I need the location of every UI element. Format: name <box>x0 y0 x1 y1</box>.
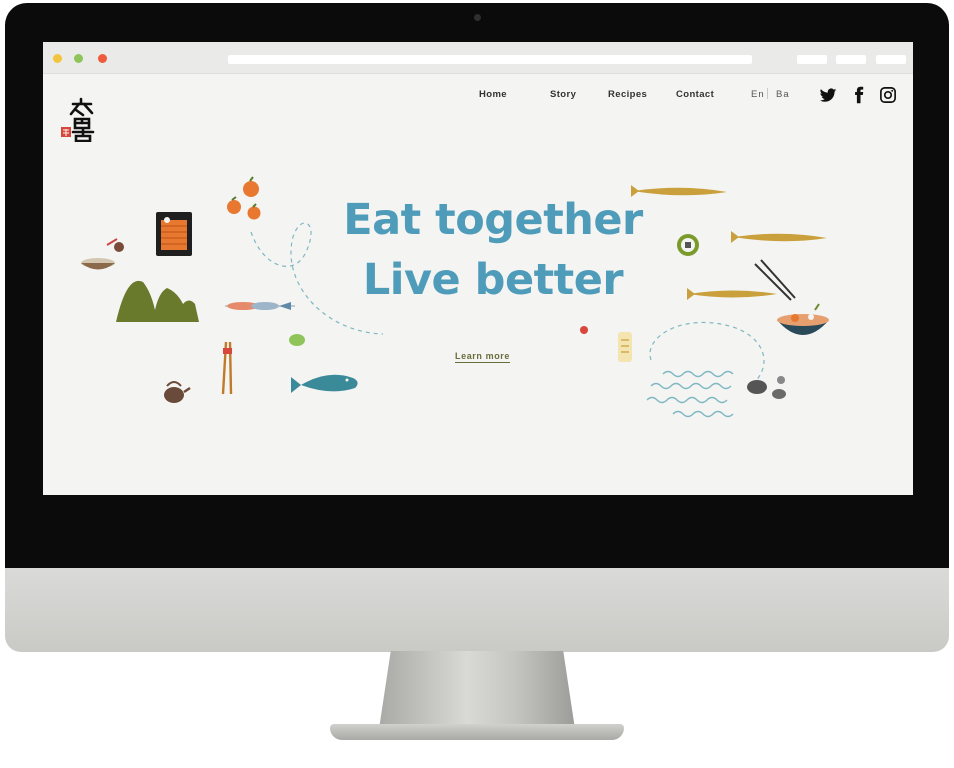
monitor-stand-base <box>330 724 624 740</box>
ramen-bowl-icon <box>777 303 829 335</box>
teal-fish-icon <box>291 374 358 393</box>
fish-packet-icon <box>156 212 192 256</box>
mountain-icon <box>116 280 199 322</box>
orange-icon <box>227 176 261 220</box>
rocks-icon <box>747 376 786 399</box>
dashed-path <box>649 321 765 383</box>
waves-icon <box>646 370 734 418</box>
scroll-icon <box>618 332 632 362</box>
learn-more-link[interactable]: Learn more <box>455 351 511 363</box>
hero-headline-line2: Live better <box>362 255 624 305</box>
skewer-fish-icon <box>225 302 295 310</box>
apple-icon <box>580 326 588 334</box>
chopsticks-icon <box>221 341 233 395</box>
hero-headline-line1: Eat together <box>343 195 643 245</box>
green-vegetable-icon <box>289 334 305 346</box>
monitor-chin <box>5 568 949 652</box>
camera-icon <box>474 14 481 21</box>
monitor-stand <box>379 651 575 729</box>
teapot-icon <box>164 381 191 403</box>
website-screen: Home Story Recipes Contact En Ba Eat tog… <box>43 42 913 495</box>
plate-icon <box>677 234 699 256</box>
bowl-icon <box>81 238 124 270</box>
